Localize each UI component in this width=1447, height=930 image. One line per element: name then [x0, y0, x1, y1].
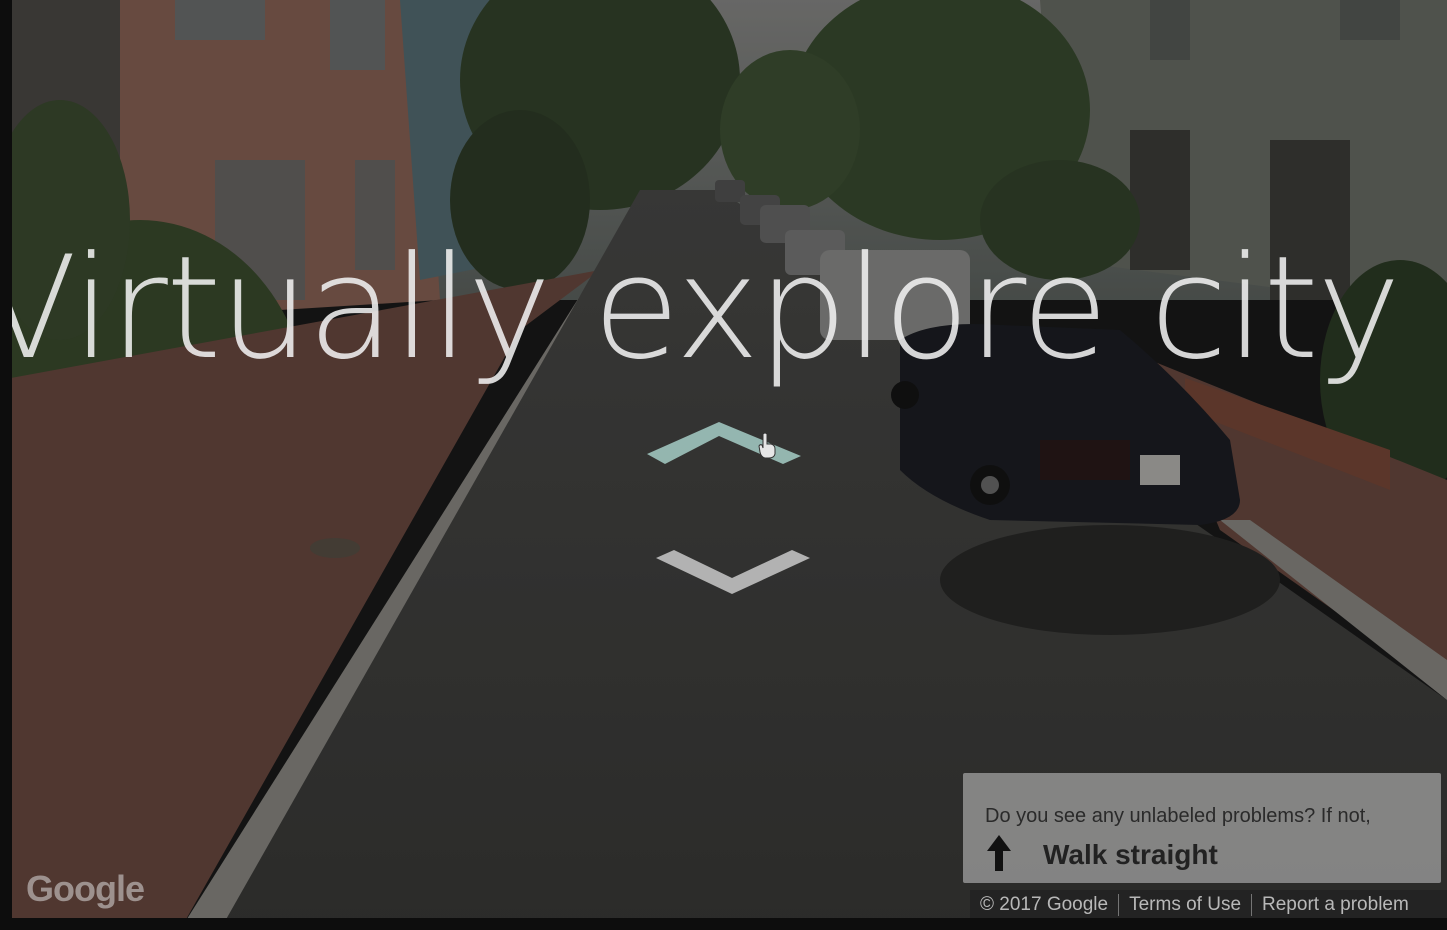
hand-cursor-icon [758, 432, 776, 459]
report-problem-link[interactable]: Report a problem [1251, 894, 1419, 916]
hero-headline: Virtually explore city s [0, 226, 1447, 391]
left-frame-border [0, 0, 12, 930]
chevron-up-icon[interactable] [643, 418, 805, 468]
street-view-panorama[interactable]: Virtually explore city s Google Do you s… [0, 0, 1447, 930]
copyright-text: © 2017 Google [980, 894, 1109, 915]
walk-straight-button[interactable]: Walk straight [1043, 839, 1218, 871]
navigation-prompt: Do you see any unlabeled problems? If no… [963, 773, 1441, 883]
bottom-frame-border [0, 918, 1447, 930]
arrow-up-icon[interactable] [985, 833, 1013, 873]
map-footer: © 2017 Google Terms of Use Report a prob… [970, 890, 1447, 920]
chevron-down-icon[interactable] [652, 546, 814, 596]
terms-of-use-link[interactable]: Terms of Use [1118, 894, 1251, 916]
prompt-question: Do you see any unlabeled problems? If no… [985, 805, 1371, 827]
google-logo: Google [26, 868, 145, 909]
